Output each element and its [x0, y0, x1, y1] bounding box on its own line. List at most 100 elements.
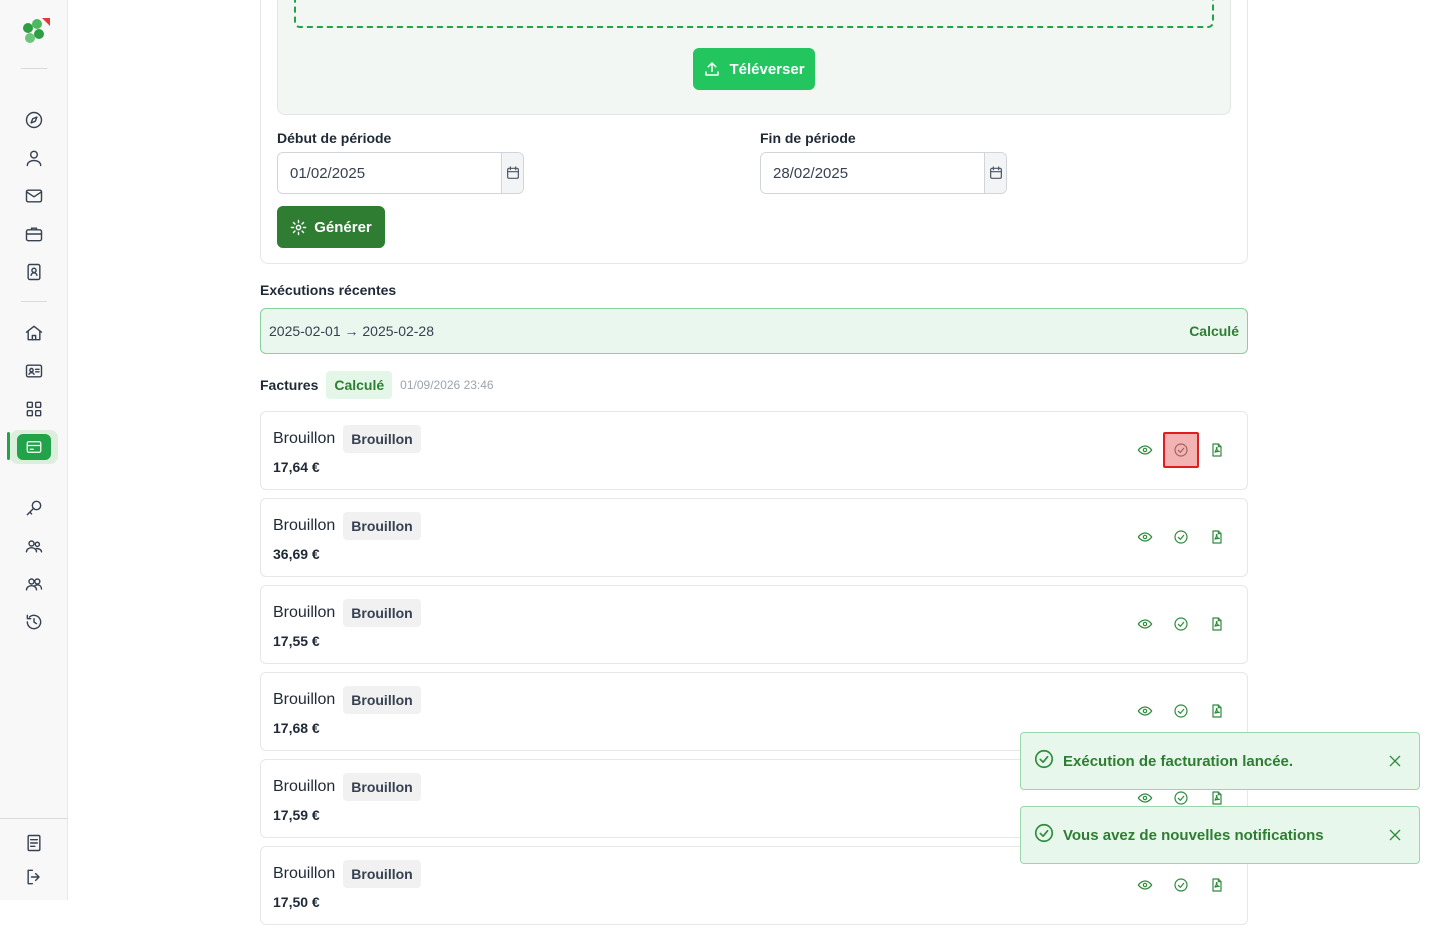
pdf-file-icon [1212, 443, 1222, 457]
invoice-card: Brouillon Brouillon 17,64 € [260, 411, 1248, 490]
validate-invoice-button[interactable] [1163, 432, 1199, 468]
sidebar-item-messages[interactable] [10, 179, 58, 213]
view-invoice-button[interactable] [1127, 519, 1163, 555]
sidebar-item-keys[interactable] [10, 491, 58, 525]
users-icon [25, 540, 43, 553]
grid-icon [26, 401, 42, 417]
pdf-file-icon [1212, 791, 1222, 805]
sidebar-item-apps[interactable] [10, 392, 58, 426]
generate-button-label: Générer [314, 218, 372, 236]
file-dropzone[interactable] [294, 0, 1214, 28]
invoice-status-badge: Brouillon [343, 599, 421, 627]
invoice-name: Brouillon [273, 604, 336, 621]
check-circle-icon [1034, 749, 1054, 768]
pdf-invoice-button[interactable] [1199, 432, 1235, 468]
pdf-file-icon [1212, 530, 1222, 544]
sidebar-item-groups[interactable] [10, 567, 58, 601]
invoice-name: Brouillon [273, 517, 336, 534]
period-start-label: Début de période [277, 130, 392, 146]
pdf-invoice-button[interactable] [1199, 867, 1235, 903]
toast-close-button[interactable] [1383, 823, 1407, 847]
compass-icon [25, 111, 43, 129]
eye-icon [1137, 706, 1153, 716]
mail-icon [25, 189, 43, 203]
run-status: Calculé [1189, 323, 1239, 339]
sidebar-item-billing[interactable] [10, 430, 58, 464]
eye-icon [1137, 793, 1153, 803]
group-icon [25, 578, 43, 591]
invoices-status-badge: Calculé [326, 371, 393, 399]
view-invoice-button[interactable] [1127, 867, 1163, 903]
sidebar-item-explore[interactable] [10, 103, 58, 137]
key-icon [26, 500, 42, 516]
billing-form-card: Téléverser Début de période Fin de pério… [260, 0, 1248, 264]
sidebar-item-contacts[interactable] [10, 255, 58, 289]
invoice-status-badge: Brouillon [343, 512, 421, 540]
calendar-icon [506, 166, 519, 179]
sidebar-item-id-cards[interactable] [10, 354, 58, 388]
invoice-card: Brouillon Brouillon 36,69 € [260, 498, 1248, 577]
invoice-name: Brouillon [273, 691, 336, 708]
pdf-file-icon [1212, 878, 1222, 892]
pdf-invoice-button[interactable] [1199, 606, 1235, 642]
sidebar-item-team[interactable] [10, 529, 58, 563]
eye-icon [1137, 532, 1153, 542]
clover-logo[interactable] [18, 16, 52, 48]
eye-icon [1137, 445, 1153, 455]
close-icon [1389, 755, 1401, 767]
period-end-calendar-button[interactable] [984, 153, 1006, 193]
toast-message: Exécution de facturation lancée. [1063, 752, 1294, 770]
period-end-field [760, 152, 1007, 194]
sidebar-item-jobs[interactable] [10, 217, 58, 251]
recent-run-item[interactable]: 2025-02-01 → 2025-02-28 Calculé [260, 308, 1248, 354]
view-invoice-button[interactable] [1127, 432, 1163, 468]
sidebar-item-history[interactable] [10, 605, 58, 639]
upload-button[interactable]: Téléverser [693, 48, 815, 90]
invoice-status-badge: Brouillon [343, 773, 421, 801]
validate-invoice-button[interactable] [1163, 867, 1199, 903]
home-icon [25, 325, 43, 341]
invoice-amount: 17,50 € [273, 894, 320, 910]
invoice-amount: 17,68 € [273, 720, 320, 736]
period-end-label: Fin de période [760, 130, 856, 146]
history-icon [26, 614, 42, 630]
check-circle-icon [1174, 878, 1188, 892]
period-start-input[interactable] [278, 153, 501, 193]
check-circle-icon [1174, 617, 1188, 631]
pdf-file-icon [1212, 617, 1222, 631]
invoice-status-badge: Brouillon [343, 860, 421, 888]
generate-button[interactable]: Générer [277, 206, 385, 248]
sidebar-item-profile[interactable] [10, 141, 58, 175]
pdf-invoice-button[interactable] [1199, 519, 1235, 555]
sidebar-item-home[interactable] [10, 316, 58, 350]
calendar-icon [989, 166, 1002, 179]
period-start-calendar-button[interactable] [501, 153, 523, 193]
recent-runs-title: Exécutions récentes [260, 282, 397, 298]
check-circle-icon [1034, 823, 1054, 842]
view-invoice-button[interactable] [1127, 606, 1163, 642]
sidebar-item-logout[interactable] [10, 860, 58, 894]
upload-button-label: Téléverser [729, 60, 805, 78]
logout-icon [27, 869, 40, 885]
toast-close-button[interactable] [1383, 749, 1407, 773]
run-range: 2025-02-01 → 2025-02-28 [269, 323, 435, 339]
validate-invoice-button[interactable] [1163, 519, 1199, 555]
pdf-invoice-button[interactable] [1199, 693, 1235, 729]
validate-invoice-button[interactable] [1163, 693, 1199, 729]
toast-notification: Exécution de facturation lancée. [1020, 732, 1420, 790]
sidebar-item-docs[interactable] [10, 826, 58, 860]
invoice-name: Brouillon [273, 778, 336, 795]
invoice-amount: 17,59 € [273, 807, 320, 823]
period-end-input[interactable] [761, 153, 984, 193]
sidebar-divider [21, 68, 47, 69]
validate-invoice-button[interactable] [1163, 606, 1199, 642]
check-circle-icon [1174, 704, 1188, 718]
user-icon [26, 150, 42, 167]
view-invoice-button[interactable] [1127, 693, 1163, 729]
invoice-amount: 17,64 € [273, 459, 320, 475]
invoice-status-badge: Brouillon [343, 686, 421, 714]
invoice-name: Brouillon [273, 430, 336, 447]
pdf-file-icon [1212, 704, 1222, 718]
upload-icon [705, 62, 720, 76]
check-circle-icon [1174, 791, 1188, 805]
